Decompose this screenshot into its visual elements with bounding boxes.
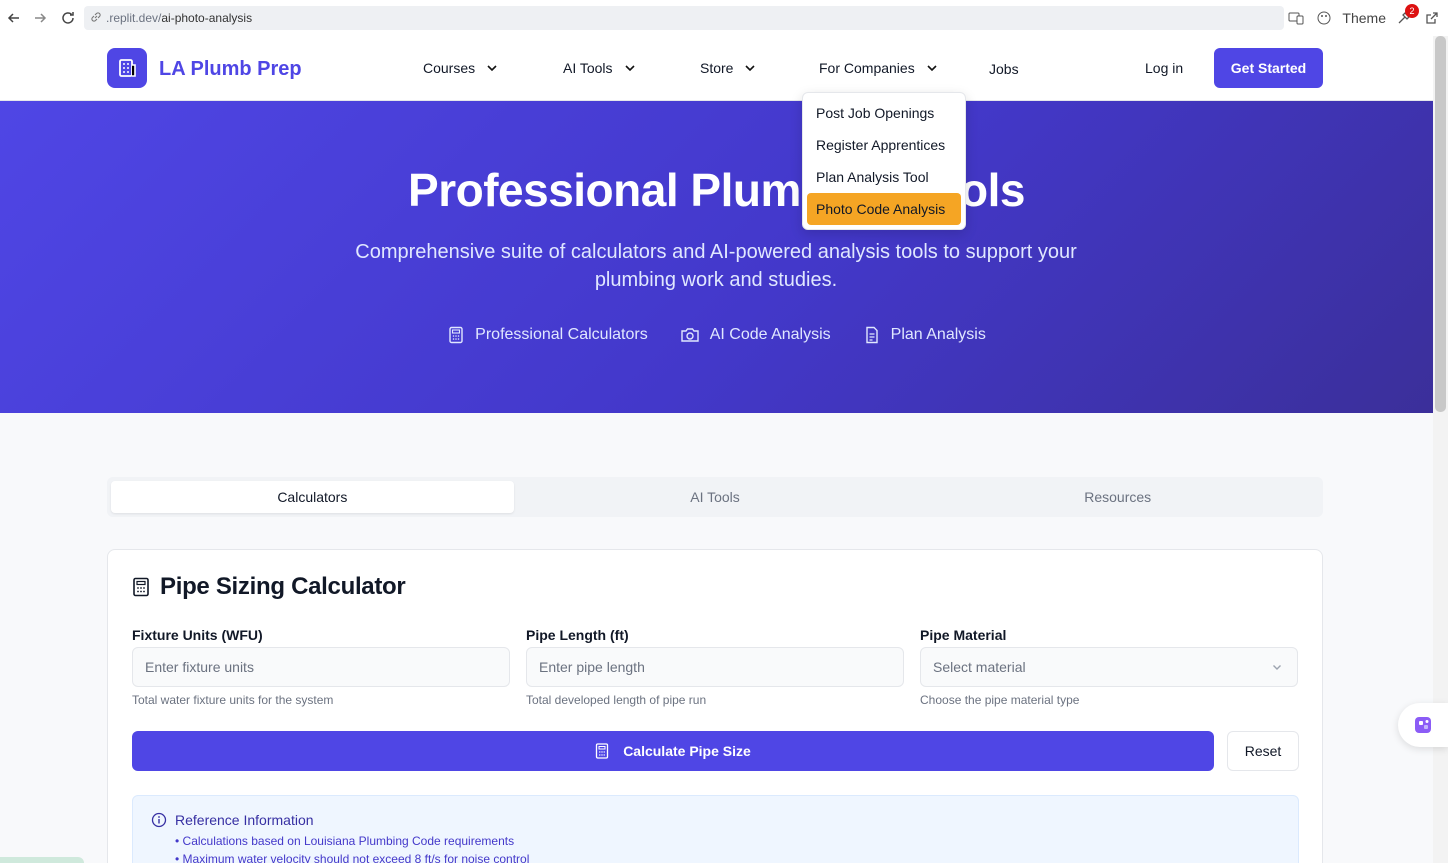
back-icon[interactable]	[0, 4, 28, 32]
field-hint: Choose the pipe material type	[920, 693, 1080, 707]
nav-for-companies[interactable]: For Companies	[819, 60, 939, 76]
nav-label: Store	[700, 60, 734, 76]
tab-ai-tools[interactable]: AI Tools	[514, 481, 917, 513]
menu-item-plan-analysis-tool[interactable]: Plan Analysis Tool	[807, 161, 961, 193]
card-title: Pipe Sizing Calculator	[132, 573, 406, 601]
input-placeholder: Enter pipe length	[539, 659, 645, 675]
chevron-down-icon	[1273, 665, 1281, 670]
theme-label[interactable]: Theme	[1342, 10, 1386, 26]
feature-label: Professional Calculators	[475, 326, 648, 343]
tab-resources[interactable]: Resources	[916, 481, 1319, 513]
palette-icon[interactable]	[1314, 8, 1334, 28]
calculator-icon	[449, 326, 463, 344]
notification-badge: 2	[1405, 4, 1419, 18]
corner-indicator	[0, 857, 84, 863]
link-icon	[90, 11, 102, 26]
browser-toolbar: .replit.dev/ai-photo-analysis Theme 2	[0, 0, 1448, 36]
input-placeholder: Enter fixture units	[145, 659, 254, 675]
card-title-text: Pipe Sizing Calculator	[160, 573, 406, 600]
hero-features: Professional Calculators AI Code Analysi…	[0, 326, 1433, 344]
pipe-length-field: Pipe Length (ft) Enter pipe length Total…	[526, 627, 904, 707]
field-hint: Total water fixture units for the system	[132, 693, 334, 707]
tab-calculators[interactable]: Calculators	[111, 481, 514, 513]
menu-item-register-apprentices[interactable]: Register Apprentices	[807, 129, 961, 161]
reset-button[interactable]: Reset	[1227, 731, 1299, 771]
url-path: ai-photo-analysis	[161, 11, 253, 25]
feature-plan-analysis: Plan Analysis	[863, 326, 986, 344]
browser-actions: Theme 2	[1286, 0, 1448, 36]
nav-label: Courses	[423, 60, 476, 76]
pipe-material-field: Pipe Material Select material Choose the…	[920, 627, 1298, 707]
fixture-units-input[interactable]: Enter fixture units	[132, 647, 510, 687]
reference-title-text: Reference Information	[175, 812, 314, 828]
address-bar[interactable]: .replit.dev/ai-photo-analysis	[84, 6, 1284, 30]
reference-list: • Calculations based on Louisiana Plumbi…	[151, 832, 1280, 863]
feature-label: Plan Analysis	[890, 326, 986, 343]
field-label: Pipe Length (ft)	[526, 627, 629, 643]
nav-jobs[interactable]: Jobs	[989, 61, 1019, 77]
devices-icon[interactable]	[1286, 8, 1306, 28]
field-hint: Total developed length of pipe run	[526, 693, 707, 707]
info-icon	[151, 812, 167, 828]
pipe-length-input[interactable]: Enter pipe length	[526, 647, 904, 687]
forward-icon[interactable]	[26, 4, 54, 32]
button-label: Calculate Pipe Size	[623, 743, 751, 759]
scrollbar-thumb[interactable]	[1435, 36, 1446, 412]
reference-info-box: Reference Information • Calculations bas…	[132, 795, 1299, 863]
tools-icon[interactable]: 2	[1394, 4, 1419, 28]
site-header: LA Plumb Prep Courses AI Tools Store For…	[0, 36, 1433, 101]
list-item: • Maximum water velocity should not exce…	[175, 852, 530, 863]
for-companies-dropdown: Post Job Openings Register Apprentices P…	[802, 92, 966, 230]
select-placeholder: Select material	[933, 659, 1026, 675]
open-external-icon[interactable]	[1422, 8, 1442, 28]
fixture-units-field: Fixture Units (WFU) Enter fixture units …	[132, 627, 510, 707]
pipe-sizing-card: Pipe Sizing Calculator Fixture Units (WF…	[107, 549, 1323, 863]
nav-label: Jobs	[989, 61, 1019, 77]
field-label: Fixture Units (WFU)	[132, 627, 263, 643]
nav-courses[interactable]: Courses	[423, 60, 499, 76]
nav-store[interactable]: Store	[700, 60, 757, 76]
feature-calculators: Professional Calculators	[447, 326, 648, 344]
nav-ai-tools[interactable]: AI Tools	[563, 60, 637, 76]
chevron-down-icon	[487, 65, 497, 72]
hero-subtitle: Comprehensive suite of calculators and A…	[355, 241, 1077, 291]
camera-icon	[681, 328, 699, 342]
calculator-icon	[596, 743, 609, 759]
logo-text[interactable]: LA Plumb Prep	[159, 58, 302, 81]
get-started-button[interactable]: Get Started	[1214, 48, 1323, 88]
chevron-down-icon	[624, 65, 635, 72]
login-link[interactable]: Log in	[1145, 60, 1183, 76]
feature-label: AI Code Analysis	[709, 326, 831, 343]
pipe-material-select[interactable]: Select material	[920, 647, 1298, 687]
hero-title: Professional Plumbing Tools	[408, 164, 1025, 216]
field-label: Pipe Material	[920, 627, 1007, 643]
calculator-icon	[133, 577, 149, 597]
assistant-widget-button[interactable]	[1398, 703, 1448, 747]
menu-item-photo-code-analysis[interactable]: Photo Code Analysis	[807, 193, 961, 225]
tools-tabs: Calculators AI Tools Resources	[107, 477, 1323, 517]
chevron-down-icon	[927, 65, 937, 72]
menu-item-post-job-openings[interactable]: Post Job Openings	[807, 97, 961, 129]
chevron-down-icon	[745, 65, 756, 72]
reference-title: Reference Information	[151, 812, 1280, 828]
url-prefix: .replit.dev/	[106, 11, 162, 25]
list-item: • Calculations based on Louisiana Plumbi…	[175, 834, 515, 848]
calculate-pipe-size-button[interactable]: Calculate Pipe Size	[132, 731, 1214, 771]
logo-icon[interactable]	[107, 48, 147, 88]
reload-icon[interactable]	[54, 4, 82, 32]
document-icon	[865, 326, 878, 344]
feature-ai-code-analysis: AI Code Analysis	[680, 326, 831, 344]
nav-label: AI Tools	[563, 60, 613, 76]
hero-section: Professional Plumbing Tools Comprehensiv…	[0, 101, 1433, 413]
nav-label: For Companies	[819, 60, 915, 76]
assistant-icon	[1415, 717, 1431, 733]
